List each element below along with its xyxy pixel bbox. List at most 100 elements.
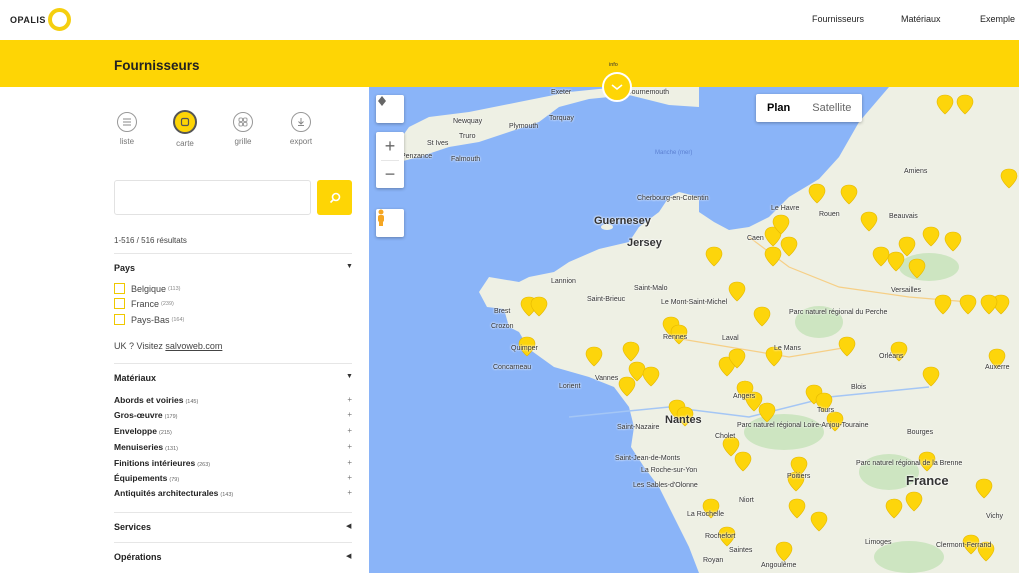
expand-plus-icon[interactable]: + (347, 488, 352, 497)
zoom-controls: + − (376, 132, 404, 188)
caret-left-icon[interactable]: ◀ (346, 552, 351, 560)
search-input[interactable] (114, 180, 311, 215)
place-label: Tours (817, 407, 835, 414)
pegman-icon (378, 209, 384, 226)
place-label: La Rochelle (687, 511, 724, 518)
place-label: Les Sables-d'Olonne (633, 482, 698, 489)
filter-label: Antiquités architecturales (114, 488, 219, 498)
results-count: 1-516 / 516 résultats (114, 236, 187, 245)
divider (114, 253, 352, 254)
place-label: Le Havre (771, 205, 800, 212)
place-label: Cholet (715, 433, 736, 440)
place-label: Guernesey (594, 215, 651, 227)
filter-count: (131) (165, 446, 178, 452)
filter-operations-title[interactable]: Opérations (114, 552, 162, 562)
filter-materiaux-title[interactable]: Matériaux (114, 373, 156, 383)
location-icon (378, 96, 386, 106)
filter-label: Équipements (114, 473, 168, 483)
filter-label: Finitions intérieures (114, 458, 196, 468)
place-label: Parc naturel régional de la Brenne (856, 460, 963, 467)
search-icon (329, 192, 340, 203)
place-label: Limoges (865, 539, 892, 546)
view-grille[interactable]: grille (218, 112, 268, 146)
view-liste[interactable]: liste (102, 112, 152, 146)
map-type-plan[interactable]: Plan (756, 94, 801, 122)
nav-fournisseurs[interactable]: Fournisseurs (812, 14, 864, 24)
uk-note: UK ? Visitez salvoweb.com (114, 341, 222, 351)
checkbox[interactable] (114, 314, 125, 325)
place-label: Lannion (551, 278, 576, 285)
filter-materiaux-item[interactable]: Antiquités architecturales (143) + (114, 488, 352, 498)
expand-plus-icon[interactable]: + (347, 426, 352, 435)
expand-plus-icon[interactable]: + (347, 395, 352, 404)
filter-label: Gros-œuvre (114, 410, 163, 420)
place-label: Laval (722, 335, 739, 342)
search-row (114, 180, 352, 215)
filter-pays-belgique[interactable]: Belgique (113) (114, 283, 180, 294)
info-toggle-button[interactable] (602, 72, 632, 102)
filter-count: (164) (171, 316, 185, 323)
caret-down-icon[interactable]: ▼ (346, 373, 353, 380)
view-export[interactable]: export (276, 112, 326, 146)
place-label: St Ives (427, 140, 449, 147)
nav-materiaux[interactable]: Matériaux (901, 14, 941, 24)
divider (114, 512, 352, 513)
checkbox[interactable] (114, 298, 125, 309)
supplier-map[interactable]: Exeter Bournemouth Torquay Newquay Plymo… (369, 87, 1019, 573)
zoom-in-button[interactable]: + (376, 132, 404, 160)
street-view-pegman[interactable] (376, 209, 404, 237)
opalis-logo[interactable]: OPALIS (10, 8, 71, 31)
view-carte[interactable]: carte (160, 110, 210, 148)
place-label: Saint-Jean-de-Monts (615, 455, 680, 462)
filter-materiaux-item[interactable]: Menuiseries (131) + (114, 442, 352, 452)
place-label: Rochefort (705, 533, 736, 540)
filter-services-title[interactable]: Services (114, 522, 151, 532)
expand-plus-icon[interactable]: + (347, 442, 352, 451)
filter-materiaux-item[interactable]: Équipements (79) + (114, 473, 352, 483)
place-label: Parc naturel régional Loire-Anjou-Tourai… (737, 422, 869, 429)
place-label: Crozon (491, 323, 514, 330)
zoom-out-button[interactable]: − (376, 161, 404, 188)
caret-down-icon[interactable]: ▼ (346, 263, 353, 270)
filter-pays-france[interactable]: France (239) (114, 298, 174, 309)
place-label: Falmouth (451, 156, 481, 163)
map-type-satellite[interactable]: Satellite (801, 94, 862, 122)
download-icon (291, 112, 311, 132)
expand-plus-icon[interactable]: + (347, 410, 352, 419)
map-icon (173, 110, 197, 134)
place-label: Orléans (879, 353, 904, 360)
nav-exemple[interactable]: Exemple (980, 14, 1015, 24)
view-switcher: liste carte grille export (102, 110, 335, 162)
place-label: Rennes (663, 334, 688, 341)
expand-plus-icon[interactable]: + (347, 473, 352, 482)
my-location-button[interactable] (376, 95, 404, 123)
logo-ring-icon (47, 8, 71, 31)
place-label: Le Mont-Saint-Michel (661, 299, 728, 306)
filter-label: Pays-Bas (131, 314, 170, 325)
filter-materiaux-item[interactable]: Gros-œuvre (179) + (114, 410, 352, 420)
filter-materiaux-item[interactable]: Abords et voiries (145) + (114, 395, 352, 405)
expand-plus-icon[interactable]: + (347, 458, 352, 467)
view-label: grille (234, 137, 252, 146)
grid-icon (233, 112, 253, 132)
filter-materiaux-item[interactable]: Enveloppe (215) + (114, 426, 352, 436)
chevron-down-icon (611, 84, 623, 91)
filter-count: (179) (164, 414, 178, 420)
search-button[interactable] (317, 180, 352, 215)
place-label: Bournemouth (627, 89, 670, 96)
checkbox[interactable] (114, 283, 125, 294)
filter-label: Abords et voiries (114, 395, 184, 405)
place-label: Caen (747, 235, 764, 242)
filter-pays-paysbas[interactable]: Pays-Bas (164) (114, 314, 184, 325)
filter-count: (263) (197, 462, 211, 468)
filter-label: Belgique (131, 283, 167, 294)
view-label: export (289, 137, 313, 146)
filter-materiaux-item[interactable]: Finitions intérieures (263) + (114, 458, 352, 468)
caret-left-icon[interactable]: ◀ (346, 522, 351, 530)
place-label: Vannes (595, 375, 619, 382)
salvoweb-link[interactable]: salvoweb.com (165, 341, 222, 351)
uk-note-text: UK ? Visitez (114, 341, 166, 351)
filter-pays-title[interactable]: Pays (114, 263, 135, 273)
place-label: Plymouth (509, 123, 539, 130)
place-label: Truro (459, 133, 476, 140)
